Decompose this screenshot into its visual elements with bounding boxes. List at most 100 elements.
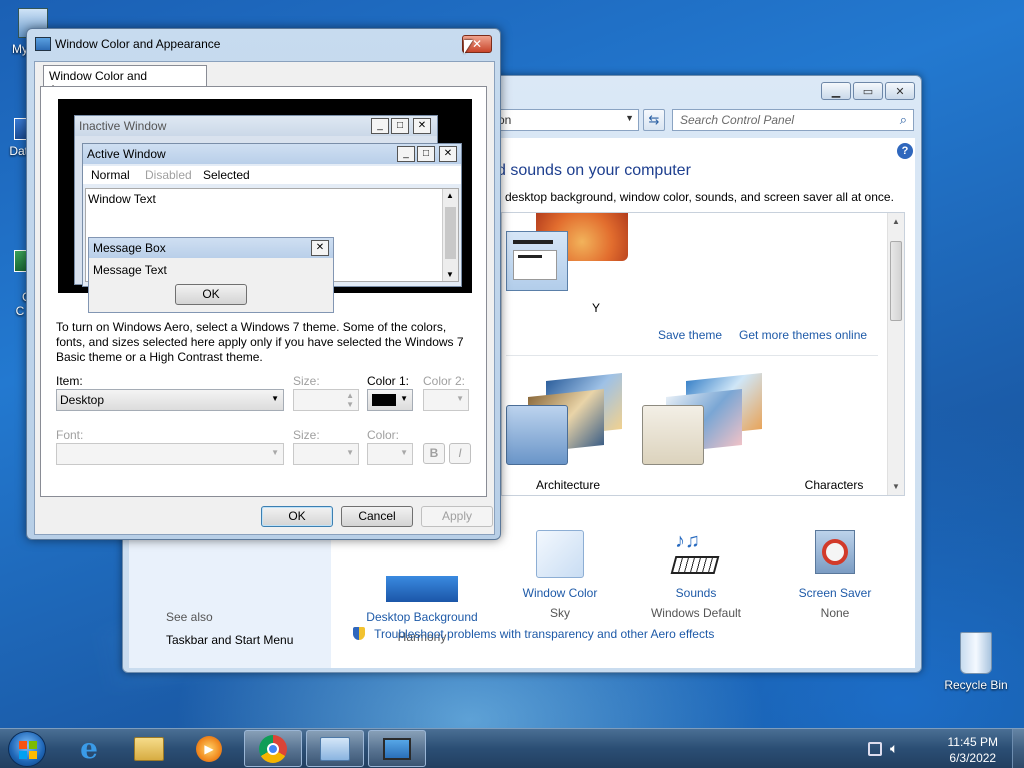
- refresh-icon: ⇆: [648, 112, 660, 127]
- start-button[interactable]: [8, 731, 46, 767]
- close-icon: ✕: [439, 146, 457, 162]
- bold-button[interactable]: B: [423, 443, 445, 464]
- preview-scrollbar: ▲ ▼: [442, 189, 458, 281]
- chevron-down-icon[interactable]: ▼: [625, 113, 634, 123]
- cancel-button[interactable]: Cancel: [341, 506, 413, 527]
- item-select[interactable]: Desktop ▼: [56, 389, 284, 411]
- thumbnail-bar: [513, 240, 553, 244]
- taskbar-window-color[interactable]: [368, 730, 426, 767]
- maximize-icon: □: [391, 118, 409, 134]
- scroll-down-icon[interactable]: ▼: [892, 482, 900, 491]
- network-icon[interactable]: [868, 742, 882, 756]
- caption-buttons: ▁ ▭ ✕: [821, 82, 915, 100]
- page-heading: d sounds on your computer: [497, 162, 691, 179]
- clock-date: 6/3/2022: [949, 751, 997, 765]
- color1-picker[interactable]: ▼: [367, 389, 413, 411]
- scroll-down-icon: ▼: [446, 270, 454, 279]
- close-button[interactable]: ✕: [885, 82, 915, 100]
- color2-picker[interactable]: ▼: [423, 389, 469, 411]
- chevron-down-icon: ▼: [346, 448, 354, 457]
- chevron-down-icon: ▼: [271, 448, 279, 457]
- themes-list: Y Save theme Get more themes online Arch…: [501, 212, 905, 496]
- minimize-button[interactable]: ▁: [821, 82, 851, 100]
- volume-icon[interactable]: 🔈︎: [890, 740, 898, 757]
- show-desktop-button[interactable]: [1012, 729, 1024, 768]
- desktop-icon-recycle-bin[interactable]: Recycle Bin: [938, 632, 1014, 692]
- font-size-select[interactable]: ▼: [293, 443, 359, 465]
- tab-content: Inactive Window _ □ ✕ Active Window _ □ …: [40, 86, 487, 497]
- aero-description: To turn on Windows Aero, select a Window…: [56, 320, 464, 364]
- address-bar[interactable]: on ▼: [493, 109, 639, 131]
- apply-button[interactable]: Apply: [421, 506, 493, 527]
- stepper-up-icon: ▲: [346, 391, 354, 400]
- theme-thumbnail-window[interactable]: [506, 231, 568, 291]
- dialog-title: Window Color and Appearance: [55, 37, 221, 51]
- desktop: My C Data G C Recycle Bin ▁ ▭ ✕ on ▼ ⇆ S…: [0, 0, 1024, 728]
- scrollbar-thumb[interactable]: [890, 241, 902, 321]
- desktop-background-icon: [386, 576, 458, 602]
- folder-icon: [134, 736, 164, 761]
- help-icon[interactable]: ?: [897, 143, 913, 159]
- taskbar: e ▶ 🔈︎ 11:45 PM 6/3/2022: [0, 728, 1024, 768]
- preview-ok-button: OK: [175, 284, 247, 305]
- theme-architecture[interactable]: [506, 373, 626, 473]
- minimize-icon: _: [397, 146, 415, 162]
- font-color-label: Color:: [367, 428, 400, 442]
- taskbar-control-panel[interactable]: [306, 730, 364, 767]
- color1-swatch: [372, 394, 396, 406]
- taskbar-internet-explorer[interactable]: e: [60, 730, 118, 767]
- clock[interactable]: 11:45 PM 6/3/2022: [948, 734, 998, 766]
- thumbnail-box: [513, 250, 557, 280]
- maximize-button[interactable]: ▭: [853, 82, 883, 100]
- shield-icon: [353, 627, 365, 640]
- chrome-icon: [259, 734, 287, 763]
- scroll-up-icon[interactable]: ▲: [892, 217, 900, 226]
- themes-scrollbar[interactable]: ▲ ▼: [887, 213, 904, 495]
- sounds-item[interactable]: ♪♫ Sounds Windows Default: [626, 530, 766, 620]
- save-theme-link[interactable]: Save theme: [658, 328, 722, 342]
- size-stepper[interactable]: ▲ ▼: [293, 389, 359, 411]
- get-more-themes-link[interactable]: Get more themes online: [739, 328, 867, 342]
- scroll-up-icon: ▲: [446, 191, 454, 200]
- no-symbol-icon: [822, 539, 848, 565]
- tab-window-color-appearance[interactable]: Window Color and Appearance: [43, 65, 207, 97]
- font-size-label: Size:: [293, 428, 320, 442]
- theme-label-characters: Characters: [804, 478, 864, 492]
- chevron-down-icon: ▼: [456, 394, 464, 403]
- recycle-bin-icon: [960, 632, 992, 674]
- search-input[interactable]: Search Control Panel ⌕: [672, 109, 914, 131]
- size-label: Size:: [293, 374, 320, 388]
- window-color-item[interactable]: Window Color Sky: [490, 530, 630, 620]
- ok-button[interactable]: OK: [261, 506, 333, 527]
- dialog-panel: Window Color and Appearance Inactive Win…: [34, 61, 495, 535]
- keyboard: [670, 556, 720, 574]
- page-subheading: desktop background, window color, sounds…: [505, 190, 894, 204]
- display-settings-icon: [35, 37, 51, 51]
- taskbar-start-menu-link[interactable]: Taskbar and Start Menu: [166, 633, 293, 647]
- taskbar-chrome[interactable]: [244, 730, 302, 767]
- window-color-appearance-dialog: Window Color and Appearance ✕ Window Col…: [26, 28, 501, 540]
- refresh-button[interactable]: ⇆: [643, 109, 665, 131]
- preview-menu-bar: Normal Disabled Selected: [83, 166, 461, 184]
- maximize-icon: □: [417, 146, 435, 162]
- color2-label: Color 2:: [423, 374, 466, 388]
- font-color-picker[interactable]: ▼: [367, 443, 413, 465]
- system-tray: 🔈︎ 11:45 PM 6/3/2022: [854, 729, 1024, 768]
- taskbar-media-player[interactable]: ▶: [180, 730, 238, 767]
- see-also-label: See also: [166, 610, 213, 624]
- item-label: Item:: [56, 374, 83, 388]
- media-player-icon: ▶: [196, 735, 222, 762]
- taskbar-windows-explorer[interactable]: [120, 730, 178, 767]
- close-icon: ✕: [311, 240, 329, 256]
- theme-characters[interactable]: [642, 373, 772, 473]
- stepper-down-icon: ▼: [346, 400, 354, 409]
- sounds-icon: ♪♫: [670, 530, 721, 578]
- troubleshoot-link[interactable]: Troubleshoot problems with transparency …: [353, 627, 714, 641]
- search-icon: ⌕: [899, 112, 907, 127]
- control-panel-icon: [320, 736, 350, 761]
- font-select[interactable]: ▼: [56, 443, 284, 465]
- screen-saver-item[interactable]: Screen Saver None: [765, 530, 905, 620]
- close-icon: ✕: [471, 37, 483, 51]
- italic-button[interactable]: I: [449, 443, 471, 464]
- appearance-preview: Inactive Window _ □ ✕ Active Window _ □ …: [58, 99, 472, 313]
